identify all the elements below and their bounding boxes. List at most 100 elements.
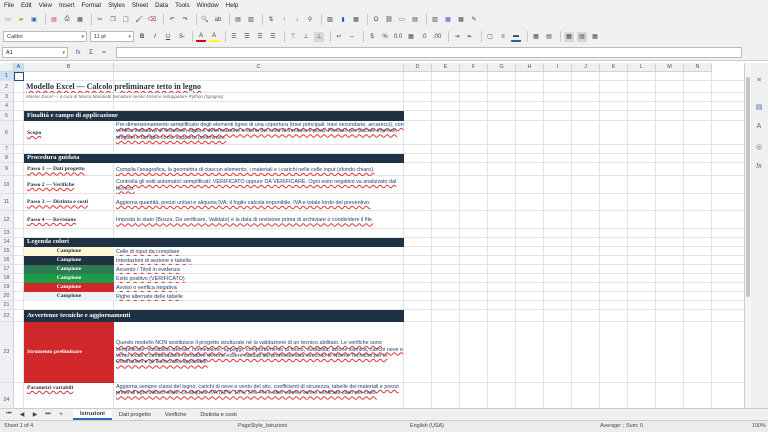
insert-chart-icon[interactable]: ▮ <box>338 15 348 25</box>
column-header-a[interactable]: A <box>14 63 24 72</box>
scrollbar-thumb[interactable] <box>746 77 750 297</box>
legend-swatch[interactable]: Campione <box>24 274 114 283</box>
font-name-select[interactable]: Calibri <box>3 31 87 42</box>
row-header-12[interactable]: 12 <box>0 211 14 229</box>
comment-icon[interactable]: ▭ <box>397 15 407 25</box>
align-right-icon[interactable]: ☰ <box>255 32 265 42</box>
align-bottom-icon[interactable]: ⊥ <box>314 31 324 42</box>
params-text[interactable]: Aggiorna sempre classi del legno, carich… <box>114 383 404 408</box>
column-header-f[interactable]: F <box>460 63 488 72</box>
row-header-19[interactable]: 19 <box>0 283 14 292</box>
menu-tools[interactable]: Tools <box>175 2 189 9</box>
styles-icon[interactable]: ▤ <box>544 32 554 42</box>
date-format-icon[interactable]: ▦ <box>406 32 416 42</box>
legend-swatch[interactable]: Campione <box>24 283 114 292</box>
insert-image-icon[interactable]: ▨ <box>325 15 335 25</box>
copy-icon[interactable]: ❐ <box>108 15 118 25</box>
italic-icon[interactable]: I <box>150 32 160 42</box>
row-header-4[interactable]: 4 <box>0 102 14 111</box>
row-header-15[interactable]: 15 <box>0 247 14 256</box>
redo-icon[interactable]: ↷ <box>180 15 190 25</box>
name-box[interactable]: A1 <box>2 47 68 58</box>
undo-icon[interactable]: ↶ <box>167 15 177 25</box>
row-header-14[interactable]: 14 <box>0 238 14 247</box>
tool-label[interactable]: Strumento preliminare <box>24 322 114 383</box>
properties-icon[interactable]: ▤ <box>754 103 764 113</box>
special-character-icon[interactable]: Ω <box>371 15 381 25</box>
sum-icon[interactable]: Σ <box>86 48 96 58</box>
tool-text[interactable]: Questo modello NON sostituisce il proget… <box>114 322 404 383</box>
menu-edit[interactable]: Edit <box>21 2 32 9</box>
delete-decimal-icon[interactable]: .00 <box>432 32 442 42</box>
column-header-b[interactable]: B <box>24 63 114 72</box>
cut-icon[interactable]: ✂ <box>95 15 105 25</box>
legend-swatch[interactable]: Campione <box>24 265 114 274</box>
spreadsheet-grid[interactable]: A B C D E F G H I J K L M N 1 2 3 4 5 6 7 8 9 10 11 12 13 14 15 16 17 1… <box>0 63 744 408</box>
menu-file[interactable]: File <box>4 2 14 9</box>
row-icon[interactable]: ▤ <box>233 15 243 25</box>
print-preview-icon[interactable]: ▦ <box>75 15 85 25</box>
sheet-tab[interactable]: Distinta e costi <box>193 410 243 420</box>
menu-styles[interactable]: Styles <box>108 2 125 9</box>
track-changes-icon[interactable]: ▤ <box>577 31 587 42</box>
prev-sheet-icon[interactable]: ◀ <box>17 410 27 420</box>
percent-format-icon[interactable]: % <box>380 32 390 42</box>
next-sheet-icon[interactable]: ▶ <box>30 410 40 420</box>
font-color-icon[interactable]: A <box>196 32 206 42</box>
row-header-13[interactable]: 13 <box>0 229 14 238</box>
step-text[interactable]: Controlla gli esiti automatici semplific… <box>114 176 404 194</box>
navigator-icon[interactable]: ◎ <box>754 143 764 153</box>
legend-text[interactable]: Celle di input da compilare <box>114 247 404 256</box>
freeze-rows-columns-icon[interactable]: ▦ <box>443 15 453 25</box>
column-header-j[interactable]: J <box>572 63 600 72</box>
column-header-h[interactable]: H <box>516 63 544 72</box>
step-label[interactable]: Passo 4 — Revisione <box>24 211 114 229</box>
strikethrough-icon[interactable]: S̶ <box>176 32 186 42</box>
find-replace-icon[interactable]: 🔍 <box>200 15 210 25</box>
row-header-2[interactable]: 2 <box>0 81 14 93</box>
split-window-icon[interactable]: ▦ <box>456 15 466 25</box>
step-label[interactable]: Passo 3 — Distinta e costi <box>24 194 114 211</box>
conditional-format-icon[interactable]: ▦ <box>531 32 541 42</box>
highlight-color-icon[interactable]: A <box>209 32 219 42</box>
formula-input[interactable] <box>116 47 742 58</box>
row-header-21[interactable]: 21 <box>0 301 14 310</box>
params-label[interactable]: Parametri variabili <box>24 383 114 408</box>
row-header-18[interactable]: 18 <box>0 274 14 283</box>
menu-icon[interactable]: ≡ <box>754 77 764 87</box>
column-header-k[interactable]: K <box>600 63 628 72</box>
add-decimal-icon[interactable]: .0 <box>419 32 429 42</box>
row-header-1[interactable]: 1 <box>0 72 14 81</box>
justify-icon[interactable]: ☰ <box>268 32 278 42</box>
section-header-notes[interactable]: Avvertenze tecniche e aggiornamenti <box>24 310 404 322</box>
column-header-m[interactable]: M <box>656 63 684 72</box>
sort-icon[interactable]: ⇅ <box>266 15 276 25</box>
bold-icon[interactable]: B <box>137 32 147 42</box>
row-header-20[interactable]: 20 <box>0 292 14 301</box>
step-text[interactable]: Imposta lo stato (Bozza, Da verificare, … <box>114 211 404 229</box>
row-header-9[interactable]: 9 <box>0 163 14 176</box>
clone-formatting-icon[interactable]: 🖌 <box>134 15 144 25</box>
clear-formatting-icon[interactable]: ⌫ <box>147 15 157 25</box>
add-sheet-icon[interactable]: + <box>56 410 66 420</box>
column-header-e[interactable]: E <box>432 63 460 72</box>
select-all-corner[interactable] <box>0 63 14 72</box>
align-top-icon[interactable]: ⊤ <box>288 32 298 42</box>
section-header-guide[interactable]: Procedura guidata <box>24 154 404 163</box>
legend-text[interactable]: Righe alternate delle tabelle <box>114 292 404 301</box>
show-draw-functions-icon[interactable]: ✎ <box>469 15 479 25</box>
menu-data[interactable]: Data <box>155 2 168 9</box>
column-header-d[interactable]: D <box>404 63 432 72</box>
column-header-l[interactable]: L <box>628 63 656 72</box>
legend-text[interactable]: Intestazioni di sezione e tabella <box>114 256 404 265</box>
pivot-table-icon[interactable]: ▦ <box>351 15 361 25</box>
hyperlink-icon[interactable]: ⛓ <box>384 15 394 25</box>
wrap-text-icon[interactable]: ↵ <box>334 32 344 42</box>
legend-swatch[interactable]: Campione <box>24 292 114 301</box>
row-header-10[interactable]: 10 <box>0 176 14 194</box>
open-folder-icon[interactable]: ▰ <box>16 15 26 25</box>
step-label[interactable]: Passo 1 — Dati progetto <box>24 163 114 176</box>
row-header-11[interactable]: 11 <box>0 194 14 211</box>
section-header-legend[interactable]: Legenda colori <box>24 238 404 247</box>
scope-text[interactable]: Pre-dimensionamento semplificato degli e… <box>114 121 404 145</box>
